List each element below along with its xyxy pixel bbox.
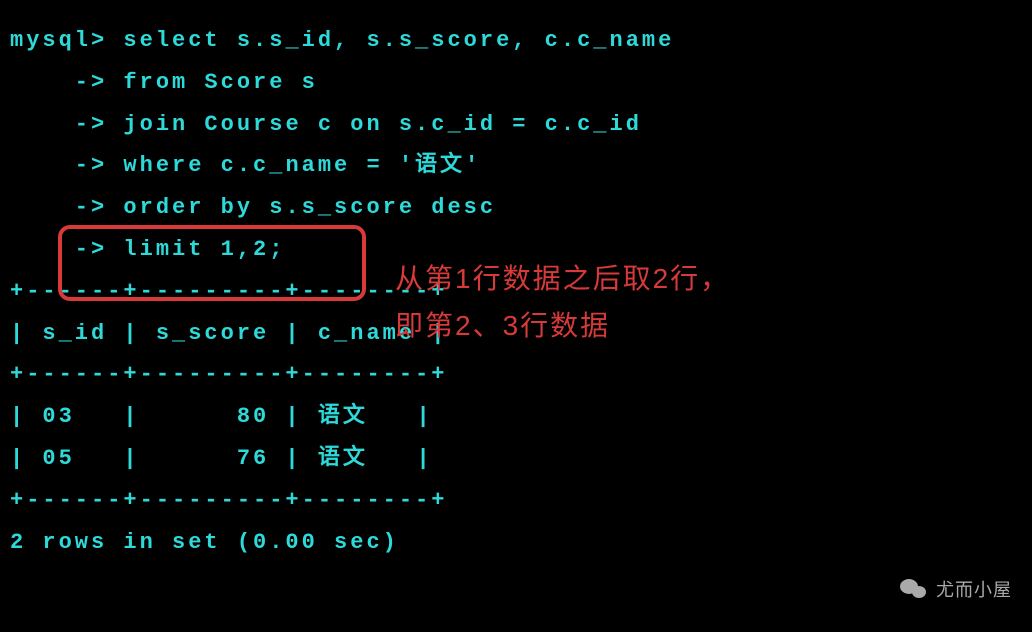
sql-line-1: mysql> select s.s_id, s.s_score, c.c_nam…	[10, 20, 1022, 62]
sql-join: join Course c on s.c_id = c.c_id	[107, 112, 642, 137]
wechat-icon	[900, 577, 928, 601]
sql-limit: limit 1,2;	[107, 237, 285, 262]
table-border-mid: +------+---------+--------+	[10, 354, 1022, 396]
table-border-bottom: +------+---------+--------+	[10, 480, 1022, 522]
sql-line-4: -> where c.c_name = '语文'	[10, 145, 1022, 187]
sql-line-5: -> order by s.s_score desc	[10, 187, 1022, 229]
watermark-text: 尤而小屋	[936, 576, 1012, 602]
annotation-text-1: 从第1行数据之后取2行，	[395, 258, 730, 300]
sql-where: where c.c_name = '语文'	[107, 153, 481, 178]
continuation-prompt: ->	[10, 195, 107, 220]
sql-line-2: -> from Score s	[10, 62, 1022, 104]
mysql-prompt: mysql>	[10, 28, 107, 53]
continuation-prompt: ->	[10, 70, 107, 95]
sql-orderby: order by s.s_score desc	[107, 195, 496, 220]
table-row: | 05 | 76 | 语文 |	[10, 438, 1022, 480]
annotation-text-2: 即第2、3行数据	[395, 305, 610, 347]
continuation-prompt: ->	[10, 112, 107, 137]
sql-line-3: -> join Course c on s.c_id = c.c_id	[10, 104, 1022, 146]
continuation-prompt: ->	[10, 237, 107, 262]
sql-select: select s.s_id, s.s_score, c.c_name	[107, 28, 674, 53]
sql-from: from Score s	[107, 70, 318, 95]
table-row: | 03 | 80 | 语文 |	[10, 396, 1022, 438]
watermark: 尤而小屋	[900, 576, 1012, 602]
continuation-prompt: ->	[10, 153, 107, 178]
result-footer: 2 rows in set (0.00 sec)	[10, 522, 1022, 564]
